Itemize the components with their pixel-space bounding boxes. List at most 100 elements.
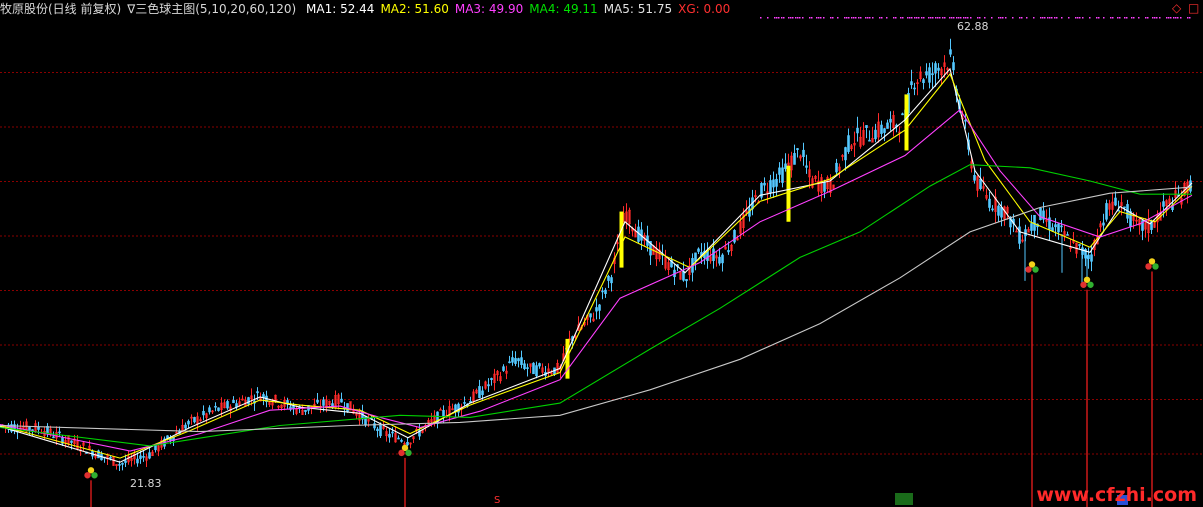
candle-body: [304, 409, 307, 412]
candle-body: [373, 423, 376, 429]
candle-body: [598, 304, 601, 311]
ma-readout-0: MA1: 52.44: [306, 2, 375, 16]
price-grid: [0, 72, 1203, 455]
candle-body: [718, 256, 721, 264]
candle-body: [124, 460, 127, 463]
stock-title: 牧原股份(日线 前复权): [0, 2, 122, 16]
candle-body: [526, 367, 529, 369]
candle-body: [796, 148, 799, 150]
candle-body: [610, 277, 613, 284]
ball-signals: [84, 258, 1159, 479]
price-labels: 62.88 21.83: [130, 20, 989, 490]
square-icon[interactable]: □: [1188, 1, 1199, 15]
ball-green: [1032, 266, 1039, 273]
candle-body: [148, 452, 151, 459]
candle-body: [214, 405, 217, 408]
ball-green: [91, 472, 98, 479]
candle-body: [769, 180, 772, 194]
candle-body: [1162, 201, 1165, 207]
ball-red: [1025, 266, 1032, 273]
candle-body: [778, 167, 781, 175]
candle-body: [187, 420, 190, 425]
candle-body: [316, 399, 319, 403]
candle-body: [1102, 222, 1105, 226]
candle-body: [1087, 254, 1090, 259]
candle-body: [937, 67, 940, 71]
candle-body: [1057, 223, 1060, 233]
bottom-marker-s: S: [494, 495, 500, 506]
candle-body: [511, 357, 514, 363]
candle-body: [256, 391, 259, 394]
candle-body: [184, 424, 187, 429]
candle-body: [886, 122, 889, 129]
candle-body: [520, 357, 523, 365]
candle-body: [604, 289, 607, 294]
candle-body: [502, 366, 505, 371]
ball-green: [1087, 281, 1094, 288]
ma-readout-5: XG: 0.00: [678, 2, 731, 16]
candle-body: [202, 411, 205, 416]
candle-body: [721, 254, 724, 264]
candle-body: [868, 139, 871, 142]
candle-body: [607, 275, 610, 281]
candle-body: [514, 358, 517, 364]
candle-body: [286, 400, 289, 404]
candle-body: [109, 456, 112, 459]
candle-body: [784, 163, 787, 169]
chart-header: 牧原股份(日线 前复权) ∇三色球主图(5,10,20,60,120) MA1: …: [0, 0, 1203, 18]
ma-line-ma1: [0, 67, 1193, 463]
candle-body: [1018, 226, 1021, 244]
candle-body: [292, 405, 295, 409]
candle-body: [478, 386, 481, 398]
candle-body: [595, 307, 598, 312]
candlestick-chart: 62.88 21.83 S: [0, 17, 1203, 507]
ball-red: [398, 449, 405, 457]
candle-body: [121, 462, 124, 465]
ma-readouts: MA1: 52.44 MA2: 51.60 MA3: 49.90 MA4: 49.11…: [306, 2, 736, 16]
candle-body: [1066, 234, 1069, 236]
candle-body: [901, 113, 904, 116]
signal-lines: [90, 271, 1153, 507]
candle-body: [136, 458, 139, 464]
candle-body: [517, 358, 520, 362]
candle-body: [847, 135, 850, 152]
candle-body: [232, 399, 235, 403]
candle-body: [733, 230, 736, 243]
candle-body: [727, 250, 730, 253]
ball-red: [1145, 263, 1152, 270]
candle-body: [1114, 197, 1117, 206]
candle-body: [802, 149, 805, 157]
candle-body: [928, 67, 931, 83]
volume-mark: [619, 211, 624, 268]
candle-body: [781, 167, 784, 183]
candle-body: [37, 426, 40, 430]
candle-body: [379, 424, 382, 437]
candle-body: [400, 439, 403, 442]
ball-red: [84, 472, 91, 479]
candle-body: [973, 175, 976, 181]
candle-body: [535, 365, 538, 377]
candle-body: [1129, 211, 1132, 227]
candle-body: [712, 248, 715, 261]
candle-body: [322, 399, 325, 406]
candle-body: [934, 63, 937, 74]
candle-body: [1000, 207, 1003, 218]
candle-body: [490, 378, 493, 381]
candle-body: [763, 182, 766, 186]
candle-body: [487, 384, 490, 387]
candle-body: [340, 398, 343, 403]
candle-body: [442, 410, 445, 417]
ball-green: [405, 449, 412, 457]
candle-body: [481, 390, 484, 396]
candle-body: [931, 73, 934, 76]
diamond-icon[interactable]: ◇: [1172, 1, 1181, 15]
candle-body: [889, 118, 892, 123]
bottom-marker-green-box: [895, 493, 913, 505]
candle-body: [964, 119, 967, 122]
moving-average-lines: [0, 67, 1193, 463]
candle-body: [217, 407, 220, 411]
min-price-label: 21.83: [130, 477, 162, 490]
ball-red: [1080, 281, 1087, 288]
candle-body: [856, 127, 859, 134]
candle-body: [805, 165, 808, 168]
